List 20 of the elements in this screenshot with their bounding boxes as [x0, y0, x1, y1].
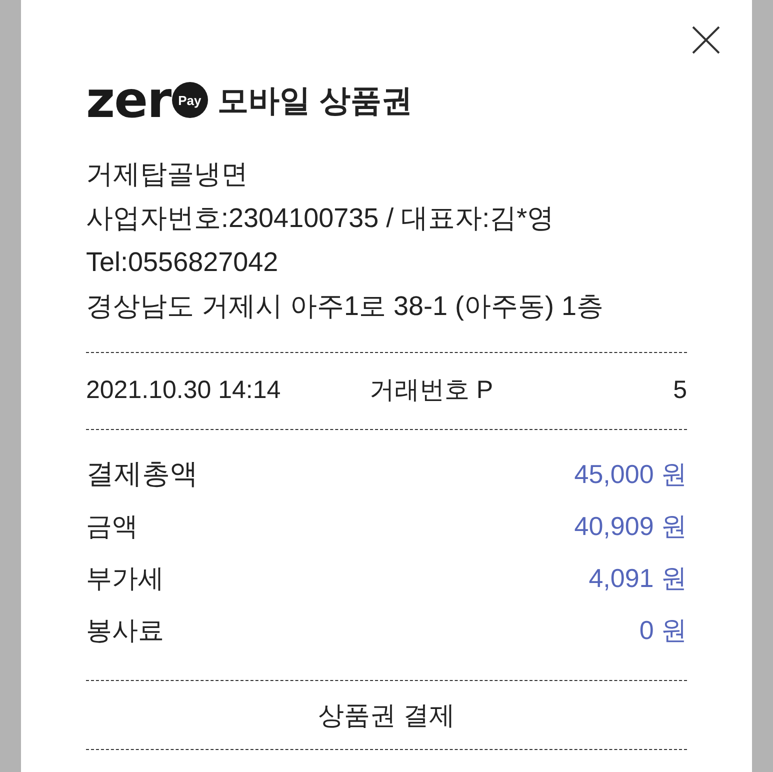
amount-label: 부가세: [86, 562, 164, 594]
amount-label: 봉사료: [86, 614, 164, 646]
logo-wordmark: zer: [86, 75, 171, 125]
phone-number: Tel:0556827042: [86, 246, 278, 279]
payment-type: 상품권 결제: [318, 698, 456, 732]
amount-value: 45,000 원: [574, 458, 687, 490]
voucher-title: 모바일 상품권: [218, 84, 412, 116]
amount-value: 40,909 원: [574, 510, 687, 542]
amount-label: 금액: [86, 510, 138, 542]
address: 경상남도 거제시 아주1로 38-1 (아주동) 1층: [86, 290, 604, 323]
transaction-number: 거래번호 P: [369, 375, 494, 406]
transaction-number-end: 5: [673, 375, 687, 406]
business-info: 사업자번호:2304100735 / 대표자:김*영: [86, 202, 554, 235]
close-icon[interactable]: [692, 26, 720, 54]
merchant-name: 거제탑골냉면: [86, 158, 248, 191]
amount-value: 0 원: [639, 614, 687, 646]
amount-label: 결제총액: [86, 457, 198, 491]
transaction-datetime: 2021.10.30 14:14: [86, 375, 281, 406]
amount-value: 4,091 원: [588, 562, 687, 594]
pay-badge: Pay: [172, 82, 208, 118]
